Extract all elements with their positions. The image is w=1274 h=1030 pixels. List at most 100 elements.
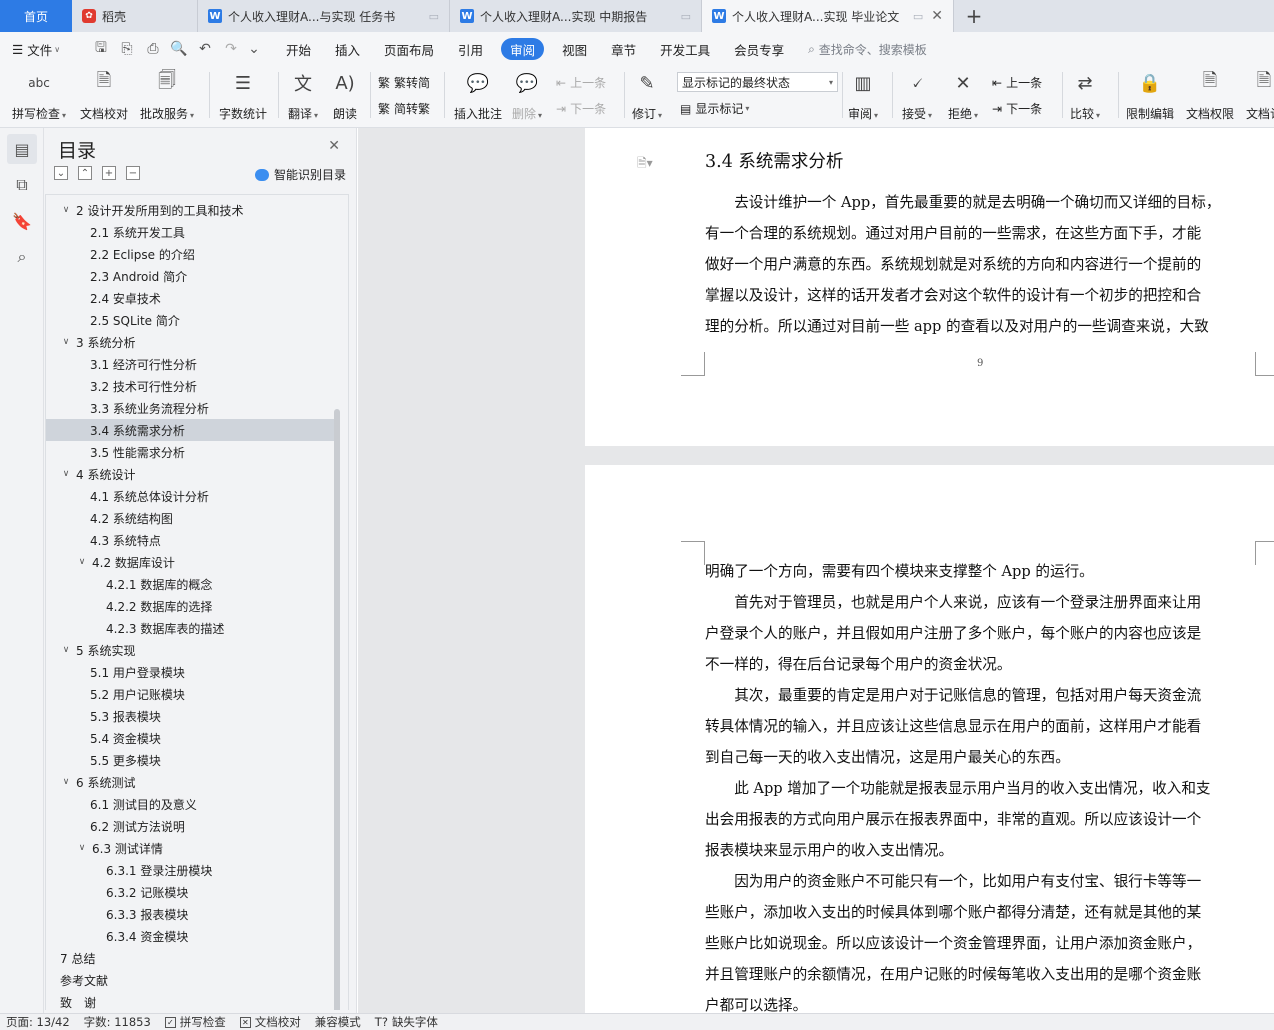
- window-icon[interactable]: ▭: [429, 10, 439, 23]
- chevron-down-icon[interactable]: ∨: [76, 557, 88, 567]
- chevron-down-icon[interactable]: ∨: [60, 337, 72, 347]
- doc-proof-button[interactable]: 🗎 文档校对: [80, 70, 128, 122]
- tab-home[interactable]: 首页: [0, 0, 72, 32]
- add-entry-icon[interactable]: +: [102, 166, 116, 180]
- toc-item[interactable]: 2.1 系统开发工具: [46, 221, 334, 243]
- command-search[interactable]: ⌕ 查找命令、搜索模板: [808, 41, 927, 58]
- redo-icon[interactable]: ↷: [223, 41, 239, 57]
- toc-scrollbar[interactable]: [334, 409, 340, 1010]
- toc-item[interactable]: 2.3 Android 简介: [46, 265, 334, 287]
- toc-item[interactable]: 致 谢: [46, 991, 334, 1010]
- toc-item[interactable]: ∨ 4 系统设计: [46, 463, 334, 485]
- toc-item[interactable]: 4.2.3 数据库表的描述: [46, 617, 334, 639]
- toc-item[interactable]: 2.5 SQLite 简介: [46, 309, 334, 331]
- toc-item[interactable]: 6.3.3 报表模块: [46, 903, 334, 925]
- word-count-button[interactable]: ☰ 字数统计: [219, 70, 267, 122]
- spell-check-toggle[interactable]: ✓ 拼写检查: [164, 1014, 226, 1030]
- translate-button[interactable]: 文翻译 ▾: [288, 70, 318, 122]
- tab-doc-thesis[interactable]: W 个人收入理财A...实现 毕业论文 ▭ ✕: [702, 0, 954, 32]
- toc-item[interactable]: ∨ 4.2 数据库设计: [46, 551, 334, 573]
- export-pdf-icon[interactable]: ⎘: [119, 41, 135, 57]
- remove-entry-icon[interactable]: −: [126, 166, 140, 180]
- reject-button[interactable]: ✕ 拒绝 ▾: [948, 70, 978, 122]
- menu-item-8[interactable]: 会员专享: [722, 38, 796, 60]
- chevron-down-icon[interactable]: ∨: [60, 205, 72, 215]
- compare-button[interactable]: ⇄ 比较 ▾: [1070, 70, 1100, 122]
- prev-comment-button[interactable]: ⇤ 上一条: [556, 74, 606, 91]
- markup-state-select[interactable]: 显示标记的最终状态 ▾: [677, 72, 838, 92]
- toc-item[interactable]: 5.4 资金模块: [46, 727, 334, 749]
- chevron-down-icon[interactable]: ∨: [76, 843, 88, 853]
- delete-comment-button[interactable]: 💬 删除 ▾: [512, 70, 542, 122]
- toc-item[interactable]: 4.1 系统总体设计分析: [46, 485, 334, 507]
- insert-comment-button[interactable]: 💬 插入批注: [454, 70, 502, 122]
- restrict-edit-button[interactable]: 🔒 限制编辑: [1126, 70, 1174, 122]
- tab-doc-midterm[interactable]: W 个人收入理财A...实现 中期报告 ▭: [450, 0, 702, 32]
- smart-toc-button[interactable]: 智能识别目录: [254, 166, 346, 183]
- save-icon[interactable]: 🖫: [93, 40, 109, 57]
- toc-item[interactable]: 6.3.1 登录注册模块: [46, 859, 334, 881]
- doc-edit-marker-icon[interactable]: 🗎▾: [637, 154, 653, 175]
- toc-item[interactable]: 3.5 性能需求分析: [46, 441, 334, 463]
- window-icon[interactable]: ▭: [681, 10, 691, 23]
- menu-item-5[interactable]: 视图: [550, 38, 599, 60]
- toc-item[interactable]: ∨ 3 系统分析: [46, 331, 334, 353]
- toc-item[interactable]: ∨ 6 系统测试: [46, 771, 334, 793]
- doc-cert-button[interactable]: 🗎 文档认: [1246, 70, 1274, 122]
- spell-check-button[interactable]: abc 拼写检查 ▾: [12, 70, 66, 122]
- toc-item[interactable]: ∨ 5 系统实现: [46, 639, 334, 661]
- prev-change-button[interactable]: ⇤ 上一条: [992, 74, 1042, 91]
- file-menu[interactable]: ☰ 文件 ∨: [0, 40, 88, 59]
- menu-item-3[interactable]: 引用: [446, 38, 495, 60]
- tab-doc-task[interactable]: W 个人收入理财A...与实现 任务书 ▭: [198, 0, 450, 32]
- window-icon[interactable]: ▭: [913, 10, 923, 23]
- toc-item[interactable]: 3.3 系统业务流程分析: [46, 397, 334, 419]
- chapter-nav-icon[interactable]: ⧉: [7, 170, 37, 200]
- toc-item[interactable]: 3.1 经济可行性分析: [46, 353, 334, 375]
- toc-item[interactable]: 参考文献: [46, 969, 334, 991]
- toc-item[interactable]: 5.3 报表模块: [46, 705, 334, 727]
- word-count-indicator[interactable]: 字数: 11853: [84, 1014, 151, 1030]
- toc-item[interactable]: 3.4 系统需求分析: [46, 419, 334, 441]
- toc-item[interactable]: ∨ 6.3 测试详情: [46, 837, 334, 859]
- toc-item[interactable]: 5.5 更多模块: [46, 749, 334, 771]
- menu-item-4[interactable]: 审阅: [501, 38, 545, 60]
- doc-proof-toggle[interactable]: ✕ 文档校对: [239, 1014, 301, 1030]
- toc-item[interactable]: 2.2 Eclipse 的介绍: [46, 243, 334, 265]
- toc-item[interactable]: 5.2 用户记账模块: [46, 683, 334, 705]
- chevron-down-icon[interactable]: ∨: [60, 777, 72, 787]
- toc-item[interactable]: 2.4 安卓技术: [46, 287, 334, 309]
- read-aloud-button[interactable]: A) 朗读: [332, 70, 358, 122]
- toc-item[interactable]: 4.2 系统结构图: [46, 507, 334, 529]
- simp-to-trad-button[interactable]: 繁简转繁: [378, 100, 430, 117]
- toc-item[interactable]: 4.3 系统特点: [46, 529, 334, 551]
- toc-item[interactable]: 4.2.1 数据库的概念: [46, 573, 334, 595]
- expand-level-icon[interactable]: ⌃: [78, 166, 92, 180]
- review-pane-button[interactable]: ▥ 审阅 ▾: [848, 70, 878, 122]
- toc-item[interactable]: ∨ 2 设计开发所用到的工具和技术: [46, 199, 334, 221]
- batch-service-button[interactable]: 🗐 批改服务 ▾: [140, 70, 194, 122]
- toc-item[interactable]: 3.2 技术可行性分析: [46, 375, 334, 397]
- trad-to-simp-button[interactable]: 繁繁转简: [378, 74, 430, 91]
- toc-item[interactable]: 5.1 用户登录模块: [46, 661, 334, 683]
- menu-item-6[interactable]: 章节: [599, 38, 648, 60]
- menu-item-7[interactable]: 开发工具: [648, 38, 722, 60]
- collapse-level-icon[interactable]: ⌄: [54, 166, 68, 180]
- tab-daoke[interactable]: ✿ 稻壳: [72, 0, 198, 32]
- toc-icon[interactable]: ▤: [7, 134, 37, 164]
- new-tab-button[interactable]: +: [954, 0, 994, 32]
- toc-item[interactable]: 6.2 测试方法说明: [46, 815, 334, 837]
- menu-item-0[interactable]: 开始: [274, 38, 323, 60]
- close-icon[interactable]: ✕: [931, 8, 943, 24]
- show-markup-button[interactable]: ▤ 显示标记 ▾: [680, 100, 749, 117]
- toc-item[interactable]: 6.3.2 记账模块: [46, 881, 334, 903]
- track-changes-button[interactable]: ✎ 修订 ▾: [632, 70, 662, 122]
- chevron-down-icon[interactable]: ∨: [60, 469, 72, 479]
- toc-item[interactable]: 4.2.2 数据库的选择: [46, 595, 334, 617]
- search-icon[interactable]: ⌕: [7, 242, 37, 272]
- menu-item-2[interactable]: 页面布局: [372, 38, 446, 60]
- toc-item[interactable]: 6.3.4 资金模块: [46, 925, 334, 947]
- toc-item[interactable]: 6.1 测试目的及意义: [46, 793, 334, 815]
- close-icon[interactable]: ✕: [328, 138, 340, 154]
- more-chevron-icon[interactable]: ⌄: [248, 41, 260, 57]
